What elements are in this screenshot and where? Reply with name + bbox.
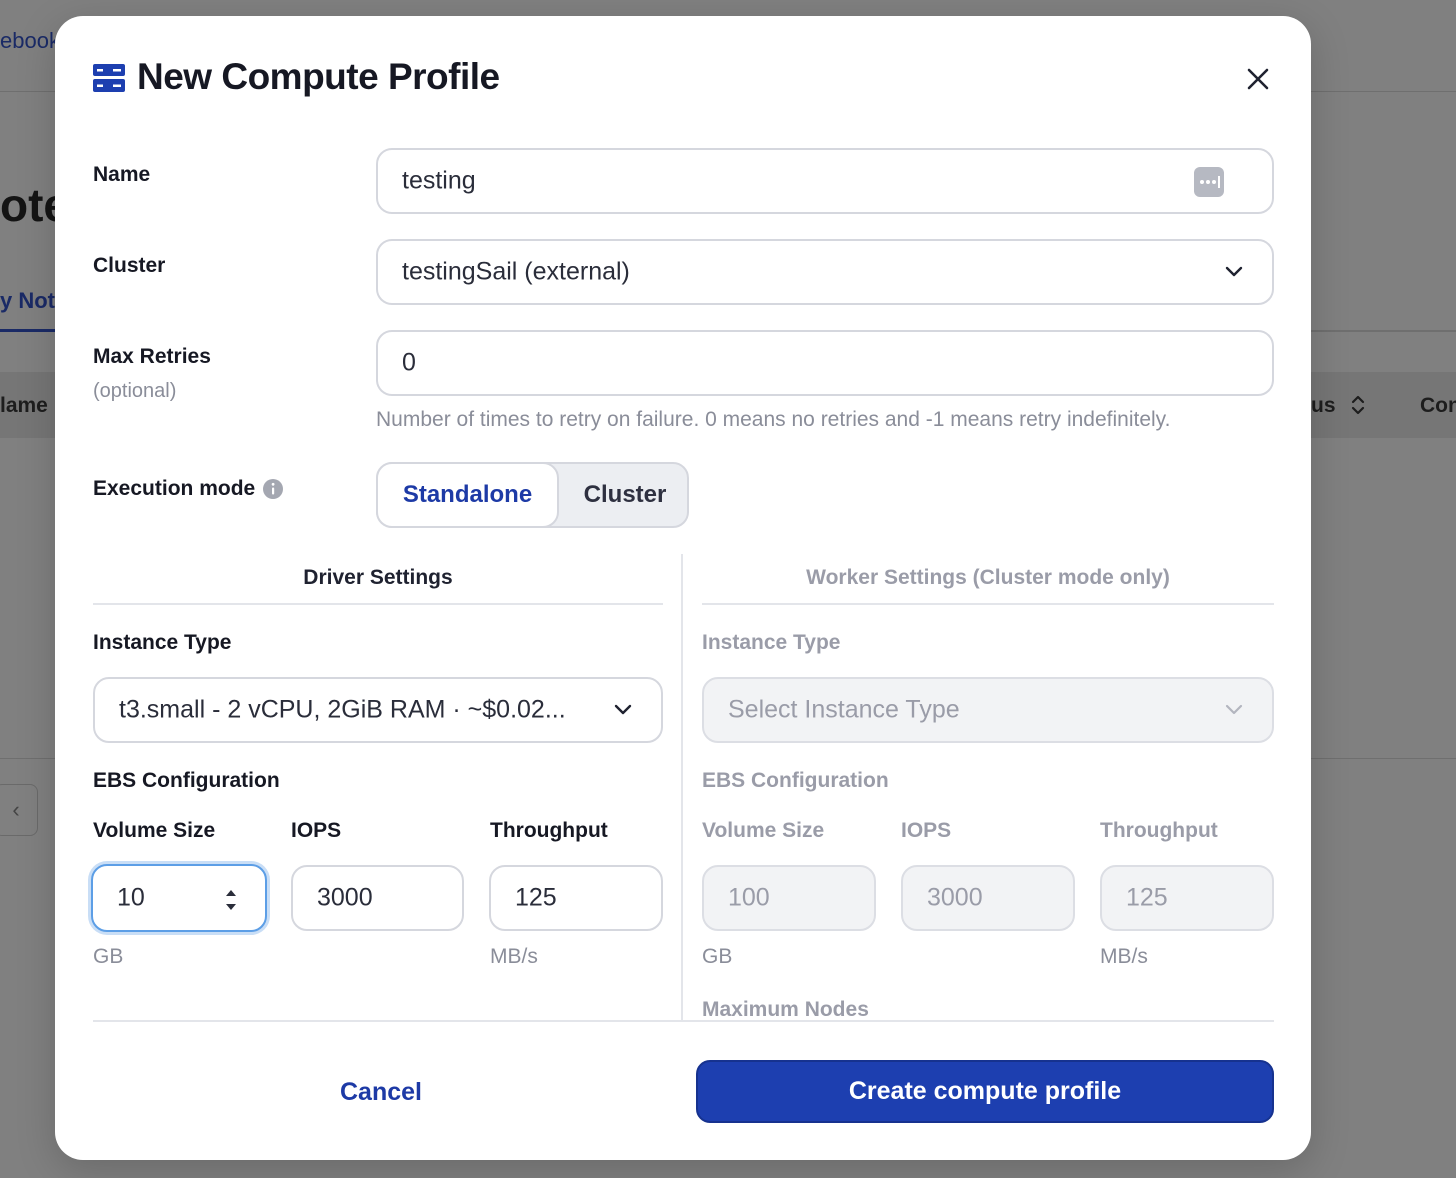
execution-mode-toggle: Standalone Cluster [376,462,689,528]
column-divider [681,554,683,1022]
worker-throughput-unit: MB/s [1100,945,1148,968]
name-label: Name [93,163,151,186]
name-input[interactable]: testing [376,148,1274,214]
chevron-down-icon [1225,704,1243,715]
background-tab: y Not [0,288,55,313]
worker-iops-input[interactable]: 3000 [901,865,1075,931]
name-input-value: testing [402,166,476,195]
worker-throughput-label: Throughput [1100,819,1218,842]
max-retries-help: Number of times to retry on failure. 0 m… [376,408,1171,431]
worker-ebs-label: EBS Configuration [702,769,889,792]
driver-iops-value: 3000 [317,883,373,912]
footer-divider [93,1020,1274,1022]
background-header-status: us [1311,394,1336,417]
driver-ebs-label: EBS Configuration [93,769,280,792]
worker-throughput-input[interactable]: 125 [1100,865,1274,931]
background-breadcrumb-link: ebook [0,28,55,53]
driver-instance-type-value: t3.small - 2 vCPU, 2GiB RAM · ~$0.02... [119,695,566,724]
max-retries-value: 0 [402,348,416,377]
driver-volume-size-unit: GB [93,945,124,968]
cancel-button[interactable]: Cancel [275,1062,487,1122]
dialog-title: New Compute Profile [137,56,500,97]
background-pager-prev: ‹ [0,784,38,836]
worker-heading-rule [702,603,1274,605]
driver-heading-rule [93,603,663,605]
server-icon [93,64,125,92]
worker-volume-size-input[interactable]: 100 [702,865,876,931]
chevron-down-icon [1225,266,1243,277]
execution-mode-standalone[interactable]: Standalone [376,462,559,528]
max-retries-optional: (optional) [93,380,177,402]
cluster-label: Cluster [93,254,166,277]
password-manager-icon[interactable] [1194,167,1224,197]
sort-icon [1351,395,1365,415]
driver-instance-type-label: Instance Type [93,631,232,654]
worker-volume-size-label: Volume Size [702,819,825,842]
driver-iops-input[interactable]: 3000 [291,865,464,931]
worker-instance-type-label: Instance Type [702,631,841,654]
worker-instance-type-placeholder: Select Instance Type [728,695,960,724]
max-retries-label: Max Retries [93,345,211,368]
driver-throughput-value: 125 [515,883,557,912]
worker-throughput-value: 125 [1126,883,1168,912]
execution-mode-label: Execution mode [93,477,256,500]
worker-max-nodes-label: Maximum Nodes [702,998,869,1021]
worker-volume-size-value: 100 [728,883,770,912]
worker-iops-label: IOPS [901,819,952,842]
background-page-title: ote [0,179,56,231]
create-compute-profile-button[interactable]: Create compute profile [696,1060,1274,1123]
driver-volume-size-label: Volume Size [93,819,216,842]
driver-throughput-label: Throughput [490,819,608,842]
max-retries-input[interactable]: 0 [376,330,1274,396]
worker-instance-type-select[interactable]: Select Instance Type [702,677,1274,743]
background-header-con: Con [1420,394,1456,417]
driver-volume-size-input[interactable]: 10 [91,864,267,932]
cluster-select[interactable]: testingSail (external) [376,239,1274,305]
driver-instance-type-select[interactable]: t3.small - 2 vCPU, 2GiB RAM · ~$0.02... [93,677,663,743]
number-stepper-icon[interactable] [221,884,241,916]
driver-settings-heading: Driver Settings [303,566,453,589]
worker-volume-size-unit: GB [702,945,733,968]
background-header-name: lame [0,394,48,417]
worker-settings-heading: Worker Settings (Cluster mode only) [806,566,1170,589]
driver-volume-size-value: 10 [117,883,145,912]
chevron-down-icon [614,704,632,715]
driver-iops-label: IOPS [291,819,342,842]
driver-throughput-unit: MB/s [490,945,538,968]
background-tab-indicator [0,329,56,332]
close-icon[interactable] [1241,62,1275,96]
execution-mode-cluster[interactable]: Cluster [559,462,691,528]
cluster-select-value: testingSail (external) [402,257,630,286]
new-compute-profile-dialog: New Compute Profile Name testing Cluster… [55,16,1311,1160]
info-icon[interactable] [262,478,284,500]
worker-iops-value: 3000 [927,883,983,912]
driver-throughput-input[interactable]: 125 [489,865,663,931]
